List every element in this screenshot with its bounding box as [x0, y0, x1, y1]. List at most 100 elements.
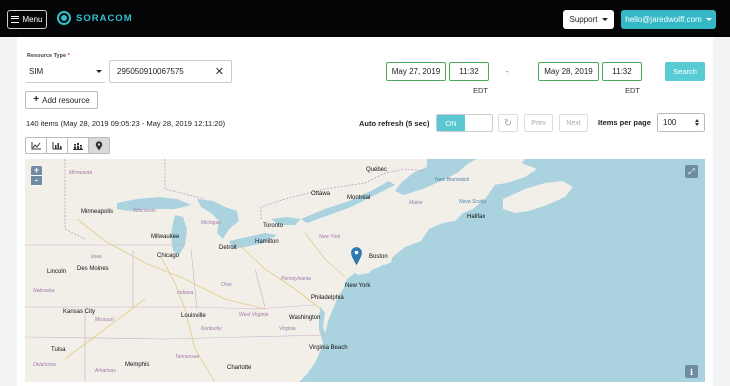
map-label: Lincoln: [47, 269, 67, 275]
top-navbar: Menu SORACOM Support hello@jaredwolff.co…: [0, 0, 730, 37]
to-timezone: EDT: [625, 86, 640, 95]
results-summary: 140 items (May 28, 2019 09:05:23 - May 2…: [26, 119, 226, 128]
to-date-input[interactable]: May 28, 2019: [538, 62, 599, 81]
items-per-page-select[interactable]: 100: [657, 113, 705, 132]
chevron-down-icon: [601, 18, 608, 21]
resource-type-select[interactable]: SIM: [26, 60, 105, 83]
map-tiles: [25, 159, 573, 382]
resource-id-input[interactable]: 295050910067575 ✕: [109, 60, 232, 83]
map-label: Kentucky: [201, 326, 222, 332]
map-label: Charlotte: [227, 365, 252, 371]
map-label: Hamilton: [255, 239, 279, 245]
account-dropdown[interactable]: hello@jaredwolff.com: [621, 10, 716, 29]
to-time-input[interactable]: 11:32: [602, 62, 642, 81]
bar-chart-icon: [52, 141, 62, 149]
range-separator: -: [506, 67, 509, 76]
map-label: Iowa: [91, 254, 102, 260]
account-email: hello@jaredwolff.com: [625, 15, 702, 24]
map-label: Ottawa: [311, 191, 331, 197]
auto-refresh-label: Auto refresh (5 sec): [359, 119, 430, 128]
map-label: Michigan: [201, 220, 222, 226]
from-date-value: May 27, 2019: [391, 67, 441, 76]
refresh-button[interactable]: ↻: [498, 114, 518, 132]
line-chart-view-button[interactable]: [25, 137, 47, 154]
support-dropdown[interactable]: Support: [563, 10, 614, 29]
map-label: Ohio: [221, 282, 232, 288]
auto-refresh-toggle[interactable]: ON: [436, 114, 493, 132]
map-label: Kansas City: [63, 309, 96, 315]
map-label: Virginia Beach: [309, 345, 348, 351]
plus-icon: +: [33, 94, 40, 105]
map-label: Missouri: [95, 317, 114, 323]
to-date-value: May 28, 2019: [544, 67, 593, 76]
next-page-button[interactable]: Next: [559, 114, 588, 132]
map-label: New York: [345, 283, 371, 289]
select-arrows-icon: [695, 119, 699, 126]
resource-type-label: Resource Type *: [27, 53, 70, 59]
prev-page-button[interactable]: Prev: [524, 114, 553, 132]
map-label: Washington: [289, 315, 321, 321]
stacked-chart-view-button[interactable]: [67, 137, 89, 154]
brand-name: SORACOM: [76, 12, 133, 24]
map-marker-icon: [95, 140, 103, 150]
soracom-logo[interactable]: SORACOM: [57, 11, 133, 25]
map-label: Virginia: [279, 326, 296, 332]
map-label: Tennessee: [175, 354, 200, 360]
map-label: Philadelphia: [311, 295, 344, 301]
map-label: Louisville: [181, 313, 206, 319]
menu-button[interactable]: Menu: [7, 10, 47, 29]
map-label: Minneapolis: [81, 209, 114, 215]
map-label: Pennsylvania: [281, 276, 311, 282]
soracom-logo-icon: [57, 11, 71, 25]
required-marker: *: [67, 53, 70, 59]
map-marker-icon[interactable]: [351, 247, 362, 265]
resource-type-label-text: Resource Type: [27, 53, 67, 59]
map-label: Chicago: [157, 253, 180, 259]
expand-icon: ⤢: [688, 166, 695, 176]
map-info-button[interactable]: i: [685, 365, 698, 378]
fullscreen-button[interactable]: ⤢: [685, 165, 698, 178]
map-label: New Brunswick: [435, 177, 470, 183]
map-label: Indiana: [177, 290, 194, 296]
menu-button-label: Menu: [22, 15, 43, 24]
map-view[interactable]: New Brunswick Nova Scotia Maine Minnesot…: [25, 159, 705, 382]
resource-type-value: SIM: [29, 66, 44, 76]
map-label: Halifax: [467, 214, 486, 220]
harvest-data-panel: Resource Type * SIM 295050910067575 ✕ Ma…: [17, 37, 713, 386]
chevron-down-icon: [96, 69, 102, 73]
map-label: New York: [319, 234, 341, 240]
map-label: Toronto: [263, 223, 284, 229]
map-label: Québec: [366, 167, 388, 173]
map-label: Wisconsin: [133, 208, 156, 214]
map-label: Maine: [409, 200, 423, 206]
map-label: Oklahoma: [33, 362, 56, 368]
map-label: Minnesota: [69, 170, 93, 176]
from-date-input[interactable]: May 27, 2019: [386, 62, 446, 81]
items-per-page-label: Items per page: [598, 118, 651, 127]
clear-icon[interactable]: ✕: [215, 65, 224, 78]
map-label: Arkansas: [95, 368, 116, 374]
map-label: Boston: [369, 254, 388, 260]
from-timezone: EDT: [473, 86, 488, 95]
from-time-value: 11:32: [459, 67, 479, 76]
chevron-down-icon: [705, 18, 712, 21]
zoom-controls: + -: [31, 166, 42, 186]
refresh-icon: ↻: [503, 117, 513, 129]
map-label: Nova Scotia: [459, 199, 486, 205]
zoom-out-button[interactable]: -: [31, 176, 42, 186]
line-chart-icon: [31, 141, 41, 149]
support-label: Support: [569, 15, 598, 24]
resource-id-value: 295050910067575: [117, 67, 184, 76]
search-button[interactable]: Search: [665, 62, 705, 81]
view-mode-group: [25, 137, 110, 154]
map-label: Montréal: [347, 195, 371, 201]
from-time-input[interactable]: 11:32: [449, 62, 489, 81]
map-view-button[interactable]: [88, 137, 110, 154]
map-label: Detroit: [219, 245, 237, 251]
map-label: West Virginia: [239, 312, 269, 318]
add-resource-button[interactable]: + Add resource: [25, 91, 98, 109]
map-label: Memphis: [125, 362, 150, 368]
hamburger-icon: [11, 16, 20, 23]
bar-chart-view-button[interactable]: [46, 137, 68, 154]
map-label: Milwaukee: [151, 234, 180, 240]
